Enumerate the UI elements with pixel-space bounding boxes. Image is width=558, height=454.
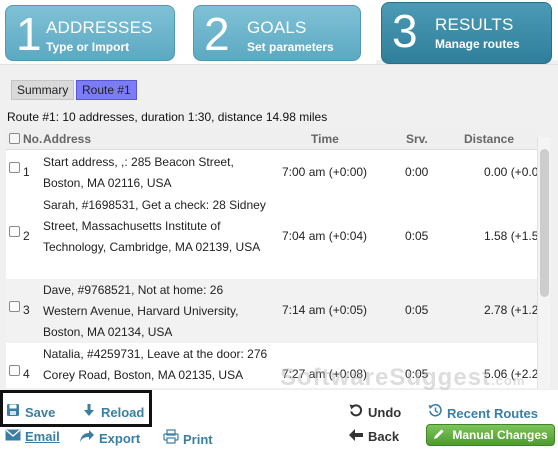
row-distance: 0.00 (+0.00)	[484, 165, 537, 179]
row-time: 7:27 am (+0:08)	[282, 367, 368, 381]
row-address: Sarah, #1698531, Get a check: 28 Sidney …	[43, 198, 266, 254]
column-header-srv: Srv.	[406, 132, 428, 146]
scrollbar-thumb[interactable]	[540, 149, 549, 297]
row-time: 7:00 am (+0:00)	[282, 165, 368, 179]
back-label: Back	[368, 429, 400, 444]
print-label: Print	[183, 432, 213, 447]
wizard-steps: 1 ADDRESSES Type or Import 2 GOALS Set p…	[0, 0, 558, 74]
action-bar: Save Reload Email Export Print Undo Back	[0, 390, 558, 454]
export-icon	[78, 429, 96, 446]
print-icon	[162, 429, 180, 447]
table-header: No. Address Time Srv. Distance	[6, 128, 537, 150]
row-service-time: 0:05	[405, 229, 429, 243]
recent-routes-button[interactable]: Recent Routes	[426, 403, 538, 421]
save-button[interactable]: Save	[4, 403, 55, 420]
table-row[interactable]: 4 Natalia, #4259731, Leave at the door: …	[6, 343, 537, 388]
step-goals[interactable]: 2 GOALS Set parameters	[193, 5, 361, 61]
undo-icon	[347, 403, 365, 420]
table-row[interactable]: 2 Sarah, #1698531, Get a check: 28 Sidne…	[6, 194, 537, 279]
column-header-address: Address	[43, 132, 92, 146]
table-row[interactable]: 1 Start address, ,: 285 Beacon Street, B…	[6, 151, 537, 194]
step-number: 2	[204, 8, 230, 60]
row-distance: 2.78 (+1.20)	[484, 303, 537, 317]
print-button[interactable]: Print	[162, 429, 213, 447]
row-checkbox[interactable]	[9, 365, 20, 376]
route-table: No. Address Time Srv. Distance 1 Start a…	[6, 128, 537, 388]
column-header-no: No.	[23, 132, 43, 146]
row-number: 4	[23, 367, 30, 381]
row-service-time: 0:05	[405, 367, 429, 381]
undo-label: Undo	[368, 405, 402, 420]
tab-route-1[interactable]: Route #1	[76, 80, 137, 100]
step-subtitle: Manage routes	[435, 37, 520, 51]
email-icon	[4, 429, 22, 444]
save-label: Save	[25, 405, 56, 420]
row-address: Start address, ,: 285 Beacon Street, Bos…	[43, 155, 234, 190]
row-time: 7:04 am (+0:04)	[282, 229, 368, 243]
row-time: 7:14 am (+0:05)	[282, 303, 368, 317]
row-checkbox[interactable]	[9, 162, 20, 173]
email-button[interactable]: Email	[4, 429, 60, 444]
column-header-distance: Distance	[464, 132, 515, 146]
row-distance: 1.58 (+1.58)	[484, 229, 537, 243]
tab-summary[interactable]: Summary	[11, 80, 75, 100]
step-subtitle: Type or Import	[46, 40, 130, 54]
step-number: 3	[392, 5, 418, 57]
step-title: RESULTS	[435, 15, 514, 34]
history-icon	[426, 403, 444, 421]
step-results[interactable]: 3 RESULTS Manage routes	[381, 2, 552, 64]
step-addresses[interactable]: 1 ADDRESSES Type or Import	[5, 5, 175, 61]
manual-changes-button[interactable]: Manual Changes	[426, 424, 555, 446]
row-checkbox[interactable]	[9, 301, 20, 312]
export-label: Export	[99, 431, 141, 446]
row-number: 3	[23, 303, 30, 317]
row-distance: 5.06 (+2.28)	[484, 367, 537, 381]
row-checkbox[interactable]	[9, 226, 20, 237]
step-subtitle: Set parameters	[247, 40, 334, 54]
step-number: 1	[16, 8, 42, 60]
results-panel: Summary Route #1 Route #1: 10 addresses,…	[0, 64, 558, 391]
table-row[interactable]: 3 Dave, #9768521, Not at home: 26 Wester…	[6, 279, 537, 343]
row-service-time: 0:05	[405, 303, 429, 317]
row-service-time: 0:00	[405, 165, 429, 179]
email-label: Email	[25, 429, 60, 444]
back-button[interactable]: Back	[347, 429, 399, 444]
manual-changes-label: Manual Changes	[452, 428, 548, 442]
back-arrow-icon	[347, 429, 365, 444]
recent-routes-label: Recent Routes	[447, 406, 539, 421]
reload-button[interactable]: Reload	[80, 403, 144, 420]
route-summary-text: Route #1: 10 addresses, duration 1:30, d…	[7, 110, 328, 124]
undo-button[interactable]: Undo	[347, 403, 401, 420]
select-all-checkbox[interactable]	[9, 133, 20, 144]
row-number: 1	[23, 165, 30, 179]
pencil-icon	[433, 428, 448, 442]
step-title: GOALS	[247, 18, 307, 37]
column-header-time: Time	[311, 132, 339, 146]
reload-icon	[80, 403, 98, 420]
reload-label: Reload	[101, 405, 145, 420]
save-icon	[4, 403, 22, 420]
row-address: Natalia, #4259731, Leave at the door: 27…	[43, 347, 268, 382]
table-scrollbar[interactable]	[537, 137, 550, 389]
step-title: ADDRESSES	[46, 18, 153, 37]
row-address: Dave, #9768521, Not at home: 26 Western …	[43, 283, 239, 339]
export-button[interactable]: Export	[78, 429, 140, 446]
row-number: 2	[23, 229, 30, 243]
